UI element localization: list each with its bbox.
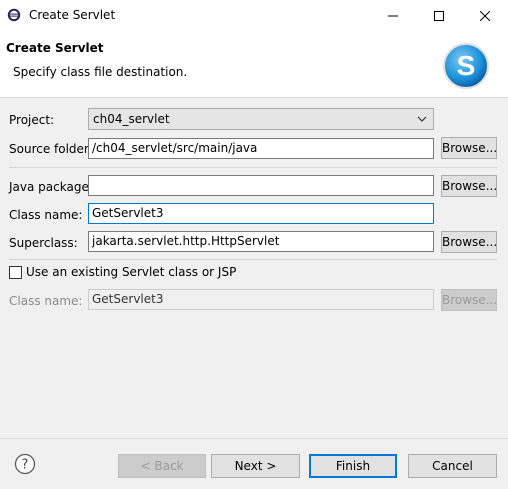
wizard-banner: Create Servlet Specify class file destin… [0, 31, 508, 98]
class-name-label: Class name: [9, 208, 83, 222]
project-label: Project: [9, 113, 55, 127]
svg-text:S: S [457, 50, 476, 81]
maximize-button[interactable] [416, 0, 462, 31]
project-combo[interactable]: ch04_servlet [88, 108, 434, 130]
svg-text:?: ? [22, 458, 29, 473]
separator [9, 259, 497, 260]
help-icon[interactable]: ? [14, 453, 36, 475]
superclass-input[interactable]: jakarta.servlet.http.HttpServlet [88, 231, 434, 252]
title-bar: Create Servlet [0, 0, 508, 31]
java-package-browse-button[interactable]: Browse... [441, 175, 497, 197]
existing-class-name-input[interactable]: GetServlet3 [88, 289, 434, 310]
close-button[interactable] [462, 0, 508, 31]
cancel-button[interactable]: Cancel [408, 454, 497, 478]
class-name-input[interactable]: GetServlet3 [88, 203, 434, 224]
existing-class-name-label: Class name: [9, 294, 83, 308]
java-package-label: Java package: [9, 180, 93, 194]
finish-button[interactable]: Finish [309, 454, 397, 478]
superclass-browse-button[interactable]: Browse... [441, 231, 497, 253]
project-combo-value: ch04_servlet [93, 112, 170, 126]
window-title: Create Servlet [29, 8, 116, 22]
existing-class-browse-button[interactable]: Browse... [441, 289, 497, 311]
eclipse-icon [7, 8, 21, 22]
source-folder-browse-button[interactable]: Browse... [441, 137, 497, 159]
wizard-title: Create Servlet [6, 41, 104, 55]
maximize-icon [434, 10, 444, 21]
separator [0, 438, 508, 439]
servlet-s-logo-icon: S [443, 43, 489, 89]
chevron-down-icon [417, 116, 427, 122]
source-folder-label: Source folder: [9, 142, 93, 156]
minimize-button[interactable] [370, 0, 416, 31]
close-icon [480, 10, 490, 21]
superclass-label: Superclass: [9, 236, 78, 250]
wizard-description: Specify class file destination. [13, 65, 188, 79]
source-folder-input[interactable]: /ch04_servlet/src/main/java [88, 138, 434, 159]
back-button[interactable]: < Back [118, 454, 206, 478]
use-existing-label[interactable]: Use an existing Servlet class or JSP [26, 265, 236, 279]
java-package-input[interactable] [88, 175, 434, 196]
minimize-icon [388, 15, 398, 16]
next-button[interactable]: Next > [211, 454, 300, 478]
separator [9, 167, 497, 168]
use-existing-checkbox[interactable] [9, 266, 22, 279]
